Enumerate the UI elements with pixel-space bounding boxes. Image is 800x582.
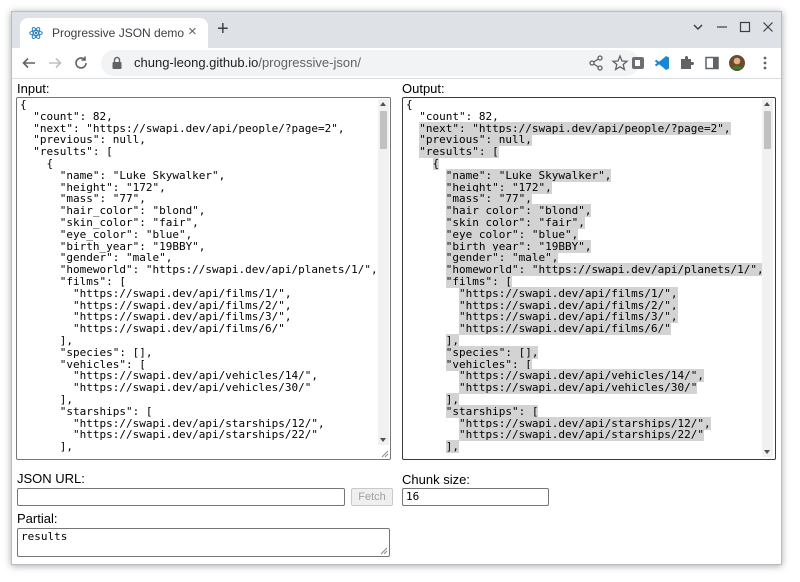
output-line: "name": "Luke Skywalker", xyxy=(445,168,612,182)
partial-textarea[interactable]: results xyxy=(17,528,390,557)
scroll-up-arrow-icon[interactable] xyxy=(380,102,386,106)
output-line: "starships": [ xyxy=(445,404,539,418)
url-host: chung-leong.github.io xyxy=(134,55,259,70)
more-menu-icon[interactable] xyxy=(756,54,774,72)
output-scrollbar[interactable] xyxy=(762,99,773,457)
output-line: ], xyxy=(445,392,459,406)
output-line: "https://swapi.dev/api/films/6/" xyxy=(458,322,671,336)
scroll-down-arrow-icon[interactable] xyxy=(764,450,770,454)
tab-search-chevron-icon[interactable] xyxy=(692,22,704,32)
output-line: "count": 82, xyxy=(419,109,499,123)
maximize-icon[interactable] xyxy=(739,21,751,33)
json-url-input[interactable] xyxy=(17,488,345,506)
output-line: "https://swapi.dev/api/films/1/", xyxy=(458,286,678,300)
forward-arrow-icon[interactable] xyxy=(46,54,64,72)
output-scroll-thumb[interactable] xyxy=(764,111,771,149)
partial-value: results xyxy=(21,530,68,543)
input-json-text: { "count": 82, "next": "https://swapi.de… xyxy=(20,99,378,453)
partial-label: Partial: xyxy=(17,511,58,526)
profile-avatar-icon[interactable] xyxy=(728,54,746,72)
back-arrow-icon[interactable] xyxy=(20,54,38,72)
tab-strip: Progressive JSON demo × + xyxy=(12,12,781,48)
extensions-puzzle-icon[interactable] xyxy=(678,54,696,72)
address-bar[interactable]: chung-leong.github.io/progressive-json/ xyxy=(101,50,639,76)
share-icon[interactable] xyxy=(587,54,605,72)
input-line: ], xyxy=(20,440,73,454)
bookmark-star-icon[interactable] xyxy=(611,54,629,72)
lock-icon[interactable] xyxy=(111,56,123,70)
output-line: "species": [], xyxy=(445,345,539,359)
resize-grip-icon[interactable] xyxy=(380,547,388,555)
output-json-text: { "count": 82, "next": "https://swapi.de… xyxy=(406,98,764,454)
output-line: "https://swapi.dev/api/vehicles/30/" xyxy=(458,381,698,395)
input-textarea[interactable]: { "count": 82, "next": "https://swapi.de… xyxy=(16,97,391,460)
resize-grip-icon[interactable] xyxy=(381,450,389,458)
output-line: "https://swapi.dev/api/starships/22/" xyxy=(458,428,705,442)
close-window-icon[interactable] xyxy=(762,21,774,33)
output-line: ], xyxy=(445,440,459,454)
output-line: "results": [ xyxy=(419,145,499,159)
input-label: Input: xyxy=(17,81,50,96)
output-line: "eye_color": "blue", xyxy=(445,227,579,241)
vscode-extension-icon[interactable] xyxy=(653,54,671,72)
output-line: "films": [ xyxy=(445,274,512,288)
browser-toolbar: chung-leong.github.io/progressive-json/ xyxy=(12,48,781,79)
close-tab-icon[interactable]: × xyxy=(188,24,197,40)
output-line: { xyxy=(432,156,440,170)
reload-icon[interactable] xyxy=(72,54,90,72)
new-tab-button[interactable]: + xyxy=(217,19,229,39)
tab-progressive-json-demo[interactable]: Progressive JSON demo × xyxy=(20,18,208,48)
url-path: /progressive-json/ xyxy=(258,55,361,70)
output-label: Output: xyxy=(402,81,445,96)
scroll-up-arrow-icon[interactable] xyxy=(764,102,770,106)
json-url-label: JSON URL: xyxy=(17,471,85,486)
url-text: chung-leong.github.io/progressive-json/ xyxy=(134,55,361,70)
output-textarea[interactable]: { "count": 82, "next": "https://swapi.de… xyxy=(402,97,776,460)
output-line: ], xyxy=(445,333,459,347)
side-panel-icon[interactable] xyxy=(703,54,721,72)
fetch-button[interactable]: Fetch xyxy=(351,488,393,506)
office-extension-icon[interactable] xyxy=(629,54,647,72)
react-icon xyxy=(29,26,43,40)
input-scrollbar[interactable] xyxy=(378,99,389,445)
tab-title: Progressive JSON demo xyxy=(52,26,185,40)
output-line: { xyxy=(406,98,413,111)
input-scroll-thumb[interactable] xyxy=(380,111,387,149)
chunk-size-label: Chunk size: xyxy=(402,472,470,487)
chunk-size-input[interactable]: 16 xyxy=(402,488,549,506)
minimize-icon[interactable] xyxy=(716,21,728,33)
scroll-down-arrow-icon[interactable] xyxy=(380,438,386,442)
